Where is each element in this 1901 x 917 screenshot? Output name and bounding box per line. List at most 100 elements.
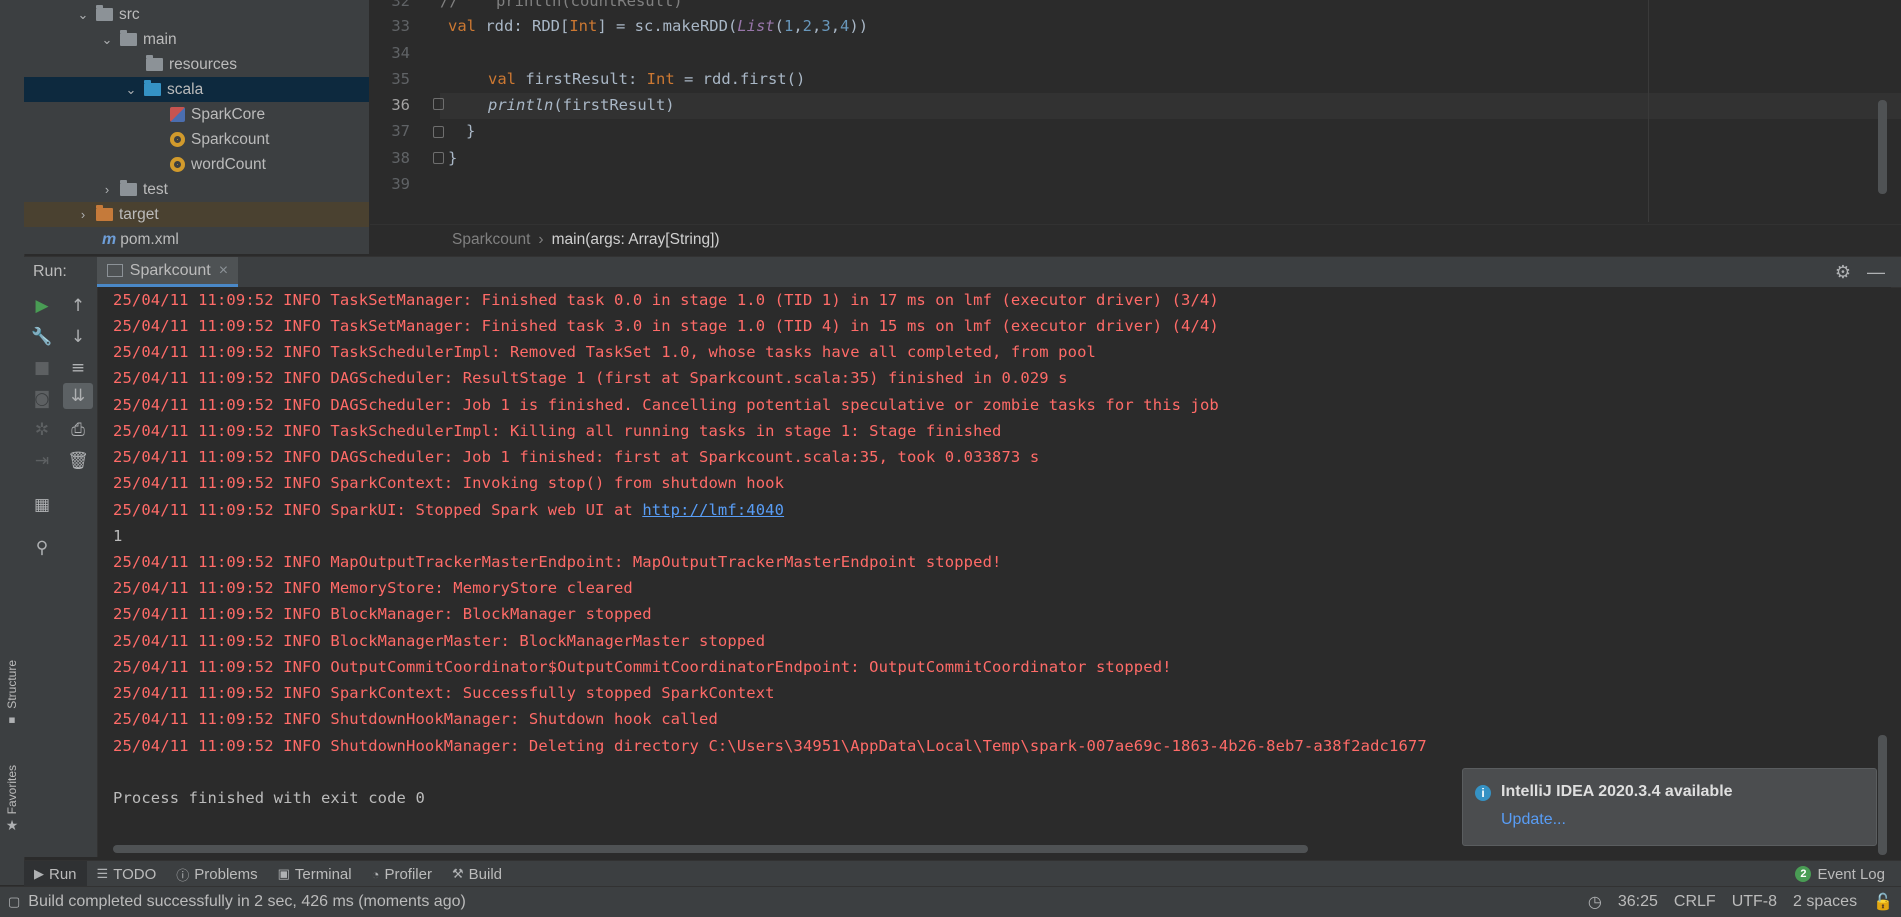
console-line: 25/04/11 11:09:52 INFO DAGScheduler: Res… <box>113 369 1068 387</box>
stop-icon[interactable]: ■ <box>24 355 60 381</box>
chevron-right-icon[interactable]: › <box>76 207 90 222</box>
camera-icon[interactable]: ◙ <box>24 386 60 412</box>
exit-icon[interactable]: ⇥ <box>24 448 60 474</box>
right-margin-guide <box>1648 0 1649 222</box>
status-bar: ▢ Build completed successfully in 2 sec,… <box>0 886 1901 917</box>
chevron-right-icon[interactable]: › <box>100 182 114 197</box>
tree-item-sparkcore[interactable]: SparkCore <box>24 102 369 127</box>
editor-scrollbar[interactable] <box>1878 100 1887 194</box>
tool-tab-profiler[interactable]: ◔ Profiler <box>362 861 442 887</box>
gear-icon[interactable]: ⚙ <box>1835 262 1851 283</box>
fold-marker-icon[interactable] <box>433 152 444 164</box>
tree-item-pom[interactable]: m pom.xml <box>24 227 369 252</box>
breadcrumb-file[interactable]: Sparkcount <box>452 231 530 249</box>
tool-tab-label: Problems <box>194 865 258 883</box>
tool-tab-label: TODO <box>113 865 157 883</box>
indent-setting[interactable]: 2 spaces <box>1793 893 1857 911</box>
tree-item-label: test <box>143 180 168 198</box>
tree-item-src[interactable]: ⌄ src <box>24 2 369 27</box>
tool-tab-run[interactable]: ▶ Run <box>24 861 87 887</box>
profiler-icon: ◔ <box>371 866 380 882</box>
sparkui-link[interactable]: http://lmf:4040 <box>642 501 784 519</box>
clock-icon[interactable]: ◷ <box>1588 892 1602 912</box>
close-icon[interactable]: × <box>219 262 228 280</box>
tree-item-label: resources <box>169 55 238 73</box>
chevron-down-icon[interactable]: ⌄ <box>124 82 138 98</box>
tool-tab-build[interactable]: ⚒ Build <box>442 861 512 887</box>
breadcrumb-separator: › <box>538 231 544 248</box>
caret-position[interactable]: 36:25 <box>1618 893 1658 911</box>
run-toolbar-secondary: ↑ ↓ ≡ ⇊ ⎙ 🗑 <box>60 287 98 857</box>
arrow-up-icon[interactable]: ↑ <box>60 293 96 319</box>
structure-tab[interactable]: Structure ▪ <box>0 660 24 726</box>
folder-icon <box>120 30 137 46</box>
run-toolbar-primary: ▶ 🔧 ■ ◙ ✲ ⇥ ▦ ⚲ <box>24 287 60 857</box>
fold-marker-icon[interactable] <box>433 98 444 110</box>
tree-item-wordcount[interactable]: wordCount <box>24 152 369 177</box>
info-icon: i <box>1475 785 1491 801</box>
console-line: 25/04/11 11:09:52 INFO TaskSchedulerImpl… <box>113 343 1096 361</box>
code-line-32: // println(countResult) <box>440 0 683 10</box>
favorites-tab[interactable]: Favorites ★ <box>0 765 24 834</box>
console-line: 25/04/11 11:09:52 INFO OutputCommitCoord… <box>113 658 1172 676</box>
code-editor[interactable]: 32 33 34 35 36 37 38 39 // println(count… <box>370 0 1901 254</box>
chevron-down-icon[interactable]: ⌄ <box>76 7 90 23</box>
console-vertical-scrollbar[interactable] <box>1878 735 1887 855</box>
update-notification: i IntelliJ IDEA 2020.3.4 available Updat… <box>1462 768 1877 846</box>
status-message[interactable]: Build completed successfully in 2 sec, 4… <box>28 893 466 911</box>
console-line-sparkui: 25/04/11 11:09:52 INFO SparkUI: Stopped … <box>113 501 785 519</box>
terminal-icon: ▣ <box>277 866 290 881</box>
run-tab-label: Sparkcount <box>129 261 211 279</box>
breadcrumb-method[interactable]: main(args: Array[String]) <box>552 231 720 249</box>
layout-toggle-icon[interactable]: ▢ <box>8 894 20 910</box>
wrench-icon[interactable]: 🔧 <box>24 324 60 350</box>
tool-tab-todo[interactable]: ☰ TODO <box>87 861 167 887</box>
update-link[interactable]: Update... <box>1501 811 1566 829</box>
tree-item-sparkcount[interactable]: Sparkcount <box>24 127 369 152</box>
console-line: 25/04/11 11:09:52 INFO DAGScheduler: Job… <box>113 396 1219 414</box>
debug-icon[interactable]: ✲ <box>24 417 60 443</box>
console-line: 25/04/11 11:09:52 INFO TaskSetManager: F… <box>113 291 1219 309</box>
hammer-icon: ⚒ <box>451 866 464 881</box>
code-line-35: val firstResult: Int = rdd.first() <box>488 70 806 88</box>
fold-marker-icon[interactable] <box>433 126 444 138</box>
console-line: 25/04/11 11:09:52 INFO TaskSetManager: F… <box>113 317 1219 335</box>
event-log-tab[interactable]: 2 Event Log <box>1795 861 1885 887</box>
chevron-down-icon[interactable]: ⌄ <box>100 32 114 48</box>
console-line: 25/04/11 11:09:52 INFO MemoryStore: Memo… <box>113 579 633 597</box>
tree-item-scala[interactable]: ⌄ scala <box>24 77 369 102</box>
resources-folder-icon <box>146 55 163 71</box>
tool-tab-problems[interactable]: ⓘ Problems <box>166 861 267 887</box>
line-number: 32 <box>391 0 410 10</box>
line-number: 35 <box>391 70 410 88</box>
run-tab-sparkcount[interactable]: Sparkcount × <box>96 257 239 287</box>
line-separator[interactable]: CRLF <box>1674 893 1716 911</box>
tree-item-label: SparkCore <box>191 105 266 123</box>
file-encoding[interactable]: UTF-8 <box>1732 893 1777 911</box>
rerun-icon[interactable]: ▶ <box>24 293 60 319</box>
console-horizontal-scrollbar[interactable] <box>113 845 1308 853</box>
trash-icon[interactable]: 🗑 <box>60 448 96 474</box>
console-line: 25/04/11 11:09:52 INFO MapOutputTrackerM… <box>113 553 1002 571</box>
pin-icon[interactable]: ⚲ <box>24 535 60 561</box>
soft-wrap-icon[interactable]: ≡ <box>60 355 96 381</box>
minimize-icon[interactable]: — <box>1867 262 1885 283</box>
lock-icon[interactable]: 🔓 <box>1873 892 1893 912</box>
notification-title: IntelliJ IDEA 2020.3.4 available <box>1501 783 1733 800</box>
print-icon[interactable]: ⎙ <box>60 417 96 443</box>
problems-icon: ⓘ <box>176 867 190 883</box>
run-panel-title: Run: <box>33 263 67 280</box>
tool-tab-terminal[interactable]: ▣ Terminal <box>268 861 362 887</box>
structure-icon: ▪ <box>8 712 16 726</box>
arrow-down-icon[interactable]: ↓ <box>60 324 96 350</box>
console-line: 25/04/11 11:09:52 INFO BlockManagerMaste… <box>113 632 766 650</box>
tree-item-target[interactable]: › target <box>24 202 369 227</box>
scroll-to-end-icon[interactable]: ⇊ <box>63 383 93 409</box>
tree-item-main[interactable]: ⌄ main <box>24 27 369 52</box>
tree-item-test[interactable]: › test <box>24 177 369 202</box>
tree-item-resources[interactable]: resources <box>24 52 369 77</box>
tree-item-label: main <box>143 30 177 48</box>
console-line: 25/04/11 11:09:52 INFO BlockManager: Blo… <box>113 605 652 623</box>
process-exit-message: Process finished with exit code 0 <box>113 789 425 807</box>
layout-icon[interactable]: ▦ <box>24 492 60 518</box>
